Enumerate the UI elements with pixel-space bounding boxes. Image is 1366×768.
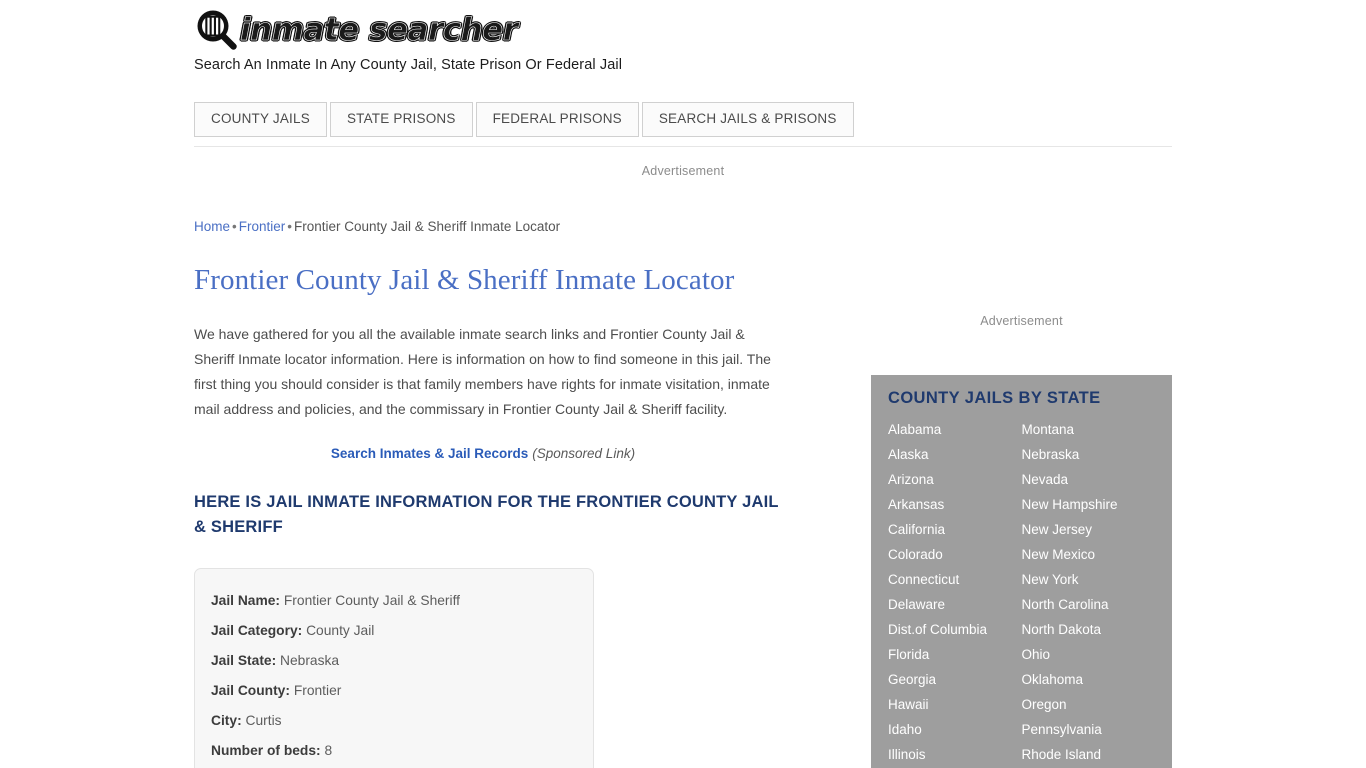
intro-paragraph: We have gathered for you all the availab… bbox=[194, 326, 771, 418]
state-link-arizona[interactable]: Arizona bbox=[888, 467, 1022, 492]
state-link-arkansas[interactable]: Arkansas bbox=[888, 492, 1022, 517]
top-advertisement-label: Advertisement bbox=[641, 164, 725, 178]
breadcrumb-county-link[interactable]: Frontier bbox=[239, 219, 286, 234]
info-value: Curtis bbox=[245, 713, 282, 729]
state-link-california[interactable]: California bbox=[888, 517, 1022, 542]
info-row-jail-county: Jail County: Frontier bbox=[211, 676, 577, 706]
state-link-rhode-island[interactable]: Rhode Island bbox=[1022, 742, 1156, 767]
sponsored-link-note: (Sponsored Link) bbox=[532, 446, 636, 462]
state-link-colorado[interactable]: Colorado bbox=[888, 542, 1022, 567]
info-value: 8 bbox=[324, 743, 333, 759]
info-key: Jail State: bbox=[211, 653, 277, 669]
info-row-jail-category: Jail Category: County Jail bbox=[211, 616, 577, 646]
state-link-idaho[interactable]: Idaho bbox=[888, 717, 1022, 742]
state-link-oregon[interactable]: Oregon bbox=[1022, 692, 1156, 717]
state-link-connecticut[interactable]: Connecticut bbox=[888, 567, 1022, 592]
state-link-pennsylvania[interactable]: Pennsylvania bbox=[1022, 717, 1156, 742]
info-key: City: bbox=[211, 713, 242, 729]
site-header: inmate searcher Search An Inmate In Any … bbox=[194, 0, 1172, 137]
state-link-alabama[interactable]: Alabama bbox=[888, 417, 1022, 442]
nav-item-county-jails[interactable]: COUNTY JAILS bbox=[194, 102, 327, 137]
info-key: Jail Name: bbox=[211, 593, 281, 609]
main-navigation: COUNTY JAILS STATE PRISONS FEDERAL PRISO… bbox=[194, 102, 1172, 137]
jail-info-card: Jail Name: Frontier County Jail & Sherif… bbox=[194, 568, 594, 768]
state-columns: Alabama Alaska Arizona Arkansas Californ… bbox=[888, 417, 1155, 767]
logo-wordmark: inmate searcher bbox=[240, 11, 519, 48]
info-key: Jail Category: bbox=[211, 623, 303, 639]
sidebar-title: COUNTY JAILS BY STATE bbox=[888, 389, 1101, 407]
state-link-florida[interactable]: Florida bbox=[888, 642, 1022, 667]
state-link-georgia[interactable]: Georgia bbox=[888, 667, 1022, 692]
state-column-right: Montana Nebraska Nevada New Hampshire Ne… bbox=[1022, 417, 1156, 767]
page-root: inmate searcher Search An Inmate In Any … bbox=[0, 0, 1366, 768]
state-link-dist-of-columbia[interactable]: Dist.of Columbia bbox=[888, 617, 1022, 642]
magnifier-prison-bars-icon bbox=[194, 8, 238, 52]
state-link-illinois[interactable]: Illinois bbox=[888, 742, 1022, 767]
section-heading: HERE IS JAIL INMATE INFORMATION FOR THE … bbox=[194, 493, 779, 537]
info-row-number-of-beds: Number of beds: 8 bbox=[211, 736, 577, 766]
breadcrumb-separator: • bbox=[287, 219, 292, 234]
site-logo[interactable]: inmate searcher bbox=[194, 0, 1172, 52]
info-value: Nebraska bbox=[280, 653, 340, 669]
nav-item-state-prisons[interactable]: STATE PRISONS bbox=[329, 102, 473, 137]
info-row-jail-name: Jail Name: Frontier County Jail & Sherif… bbox=[211, 586, 577, 616]
search-inmates-jail-records-link[interactable]: Search Inmates & Jail Records bbox=[331, 446, 528, 461]
info-key: Number of beds: bbox=[211, 743, 321, 759]
sidebar-advertisement-label: Advertisement bbox=[980, 314, 1063, 328]
sidebar-county-jails-by-state: COUNTY JAILS BY STATE Alabama Alaska Ari… bbox=[871, 375, 1172, 768]
state-link-north-carolina[interactable]: North Carolina bbox=[1022, 592, 1156, 617]
info-key: Jail County: bbox=[211, 683, 290, 699]
state-link-new-hampshire[interactable]: New Hampshire bbox=[1022, 492, 1156, 517]
state-link-nevada[interactable]: Nevada bbox=[1022, 467, 1156, 492]
state-link-new-york[interactable]: New York bbox=[1022, 567, 1156, 592]
info-row-city: City: Curtis bbox=[211, 706, 577, 736]
info-value: County Jail bbox=[306, 623, 375, 639]
state-link-delaware[interactable]: Delaware bbox=[888, 592, 1022, 617]
breadcrumb: Home • Frontier • Frontier County Jail & She… bbox=[194, 219, 560, 234]
state-column-left: Alabama Alaska Arizona Arkansas Californ… bbox=[888, 417, 1022, 767]
state-link-hawaii[interactable]: Hawaii bbox=[888, 692, 1022, 717]
state-link-nebraska[interactable]: Nebraska bbox=[1022, 442, 1156, 467]
state-link-new-mexico[interactable]: New Mexico bbox=[1022, 542, 1156, 567]
breadcrumb-separator: • bbox=[232, 219, 237, 234]
state-link-new-jersey[interactable]: New Jersey bbox=[1022, 517, 1156, 542]
breadcrumb-home-link[interactable]: Home bbox=[194, 219, 230, 234]
info-row-jail-state: Jail State: Nebraska bbox=[211, 646, 577, 676]
page-title: Frontier County Jail & Sheriff Inmate Lo… bbox=[194, 264, 735, 296]
nav-item-search-jails-prisons[interactable]: SEARCH JAILS & PRISONS bbox=[641, 102, 854, 137]
breadcrumb-current: Frontier County Jail & Sheriff Inmate Lo… bbox=[294, 219, 561, 234]
state-link-oklahoma[interactable]: Oklahoma bbox=[1022, 667, 1156, 692]
header-divider bbox=[194, 146, 1172, 147]
state-link-alaska[interactable]: Alaska bbox=[888, 442, 1022, 467]
state-link-north-dakota[interactable]: North Dakota bbox=[1022, 617, 1156, 642]
main-content: Frontier County Jail & Sheriff Inmate Lo… bbox=[194, 262, 794, 768]
info-value: Frontier County Jail & Sheriff bbox=[283, 593, 460, 609]
sponsored-link-row: Search Inmates & Jail Records (Sponsored … bbox=[194, 446, 772, 461]
state-link-ohio[interactable]: Ohio bbox=[1022, 642, 1156, 667]
site-tagline: Search An Inmate In Any County Jail, Sta… bbox=[194, 57, 623, 73]
state-link-montana[interactable]: Montana bbox=[1022, 417, 1156, 442]
info-value: Frontier bbox=[293, 683, 342, 699]
nav-item-federal-prisons[interactable]: FEDERAL PRISONS bbox=[475, 102, 639, 137]
